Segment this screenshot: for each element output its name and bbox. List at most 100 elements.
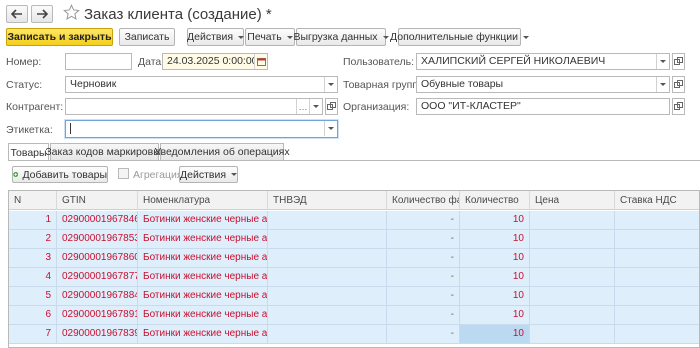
export-menu-button[interactable]: Выгрузка данных [293, 28, 389, 46]
counterparty-select-button[interactable]: … [296, 99, 309, 114]
table-row[interactable]: 5 02900001967884 Ботинки женские черные … [9, 287, 699, 306]
actions-label: Действия [187, 31, 234, 43]
cell-n: 5 [9, 287, 57, 305]
add-goods-button[interactable]: Добавить товары [12, 166, 108, 183]
user-field[interactable]: ХАЛИПСКИЙ СЕРГЕЙ НИКОЛАЕВИЧ [416, 53, 670, 70]
counterparty-field[interactable]: … [65, 98, 323, 115]
chevron-down-icon [286, 35, 293, 39]
print-label: Печать [247, 31, 282, 43]
user-dropdown-button[interactable] [656, 54, 669, 69]
actions-menu-button[interactable]: Действия [187, 28, 245, 46]
tag-dropdown-button[interactable] [324, 121, 337, 136]
tab-operation-notices[interactable]: Уведомления об операциях [154, 143, 290, 160]
link-icon [674, 80, 683, 88]
add-goods-label: Добавить товары [22, 168, 107, 181]
goods-group-dropdown-button[interactable] [656, 77, 669, 92]
user-open-button[interactable] [672, 53, 685, 70]
column-header-qty-fact[interactable]: Количество факт [387, 191, 460, 210]
column-header-vat[interactable]: Ставка НДС [615, 191, 699, 210]
goods-group-label: Товарная группа: [343, 79, 427, 91]
text-cursor [70, 122, 71, 134]
cell-qty-fact: - [387, 249, 460, 267]
cell-n: 3 [9, 249, 57, 267]
counterparty-dropdown-button[interactable] [309, 99, 322, 114]
cell-qty-fact: - [387, 268, 460, 286]
table-row[interactable]: 3 02900001967860 Ботинки женские черные … [9, 249, 699, 268]
tab-goods[interactable]: Товары [8, 143, 49, 161]
column-header-gtin[interactable]: GTIN [57, 191, 138, 210]
cell-vat [615, 268, 699, 286]
page-title: Заказ клиента (создание) * [84, 6, 272, 23]
save-and-close-button[interactable]: Записать и закрыть [6, 28, 113, 46]
calendar-button[interactable] [254, 54, 267, 69]
cell-tnved [268, 325, 387, 343]
cell-tnved [268, 268, 387, 286]
more-functions-button[interactable]: Дополнительные функции [390, 28, 529, 46]
tab-marking-codes-order[interactable]: Заказ кодов маркировки [45, 143, 164, 160]
cell-price [530, 211, 615, 229]
counterparty-open-button[interactable] [325, 98, 338, 115]
tag-field[interactable] [65, 120, 338, 138]
table-row[interactable]: 6 02900001967891 Ботинки женские черные … [9, 306, 699, 325]
cell-tnved [268, 211, 387, 229]
chevron-down-icon [382, 35, 389, 39]
user-value: ХАЛИПСКИЙ СЕРГЕЙ НИКОЛАЕВИЧ [421, 55, 606, 67]
aggregation-checkbox[interactable] [118, 168, 129, 179]
organization-label: Организация: [343, 101, 410, 113]
cell-nomenclature: Ботинки женские черные а... [138, 268, 268, 286]
chevron-down-icon [238, 35, 245, 39]
save-button[interactable]: Записать [119, 28, 175, 46]
cell-gtin: 02900001967891 [57, 306, 138, 324]
star-icon[interactable] [63, 4, 80, 21]
cell-qty-fact: - [387, 287, 460, 305]
back-button[interactable] [6, 5, 28, 23]
goods-table: N GTIN Номенклатура ТНВЭД Количество фак… [8, 190, 700, 348]
cell-qty-fact: - [387, 325, 460, 343]
goods-group-open-button[interactable] [672, 76, 685, 93]
link-icon [674, 57, 683, 65]
link-icon [327, 102, 336, 110]
column-header-n[interactable]: N [9, 191, 57, 210]
goods-group-field[interactable]: Обувные товары [416, 76, 670, 93]
link-icon [674, 102, 683, 110]
chevron-down-icon [660, 83, 666, 86]
goods-group-value: Обувные товары [421, 78, 504, 90]
cell-n: 1 [9, 211, 57, 229]
cell-tnved [268, 249, 387, 267]
cell-tnved [268, 230, 387, 248]
table-header: N GTIN Номенклатура ТНВЭД Количество фак… [9, 191, 699, 210]
column-header-nomenclature[interactable]: Номенклатура [138, 191, 268, 210]
column-header-tnved[interactable]: ТНВЭД [268, 191, 387, 210]
status-field[interactable]: Черновик [65, 76, 338, 93]
table-row[interactable]: 1 02900001967846 Ботинки женские черные … [9, 211, 699, 230]
table-row[interactable]: 2 02900001967853 Ботинки женские черные … [9, 230, 699, 249]
cell-n: 4 [9, 268, 57, 286]
cell-gtin: 02900001967860 [57, 249, 138, 267]
organization-field[interactable]: ООО "ИТ-КЛАСТЕР" [416, 98, 670, 115]
cell-tnved [268, 306, 387, 324]
cell-qty-fact: - [387, 211, 460, 229]
forward-button[interactable] [31, 5, 53, 23]
number-field[interactable] [65, 53, 132, 70]
chevron-down-icon [313, 105, 319, 108]
counterparty-label: Контрагент: [6, 101, 64, 113]
status-label: Статус: [6, 79, 43, 91]
cell-gtin: 02900001967884 [57, 287, 138, 305]
cell-nomenclature: Ботинки женские черные а... [138, 325, 268, 343]
status-dropdown-button[interactable] [324, 77, 337, 92]
column-header-qty[interactable]: Количество [460, 191, 530, 210]
date-field[interactable]: 24.03.2025 0:00:00 [162, 53, 268, 70]
column-header-price[interactable]: Цена [530, 191, 615, 210]
cell-n: 7 [9, 325, 57, 343]
cell-gtin: 02900001967853 [57, 230, 138, 248]
table-row[interactable]: 4 02900001967877 Ботинки женские черные … [9, 268, 699, 287]
cell-price [530, 268, 615, 286]
table-row[interactable]: 7 02900001967839 Ботинки женские черные … [9, 325, 699, 344]
cell-qty: 10 [460, 325, 530, 343]
print-menu-button[interactable]: Печать [245, 28, 295, 46]
organization-open-button[interactable] [672, 98, 685, 115]
cell-qty-fact: - [387, 306, 460, 324]
table-actions-menu-button[interactable]: Действия [179, 166, 238, 183]
table-actions-label: Действия [180, 168, 227, 181]
cell-qty: 10 [460, 230, 530, 248]
